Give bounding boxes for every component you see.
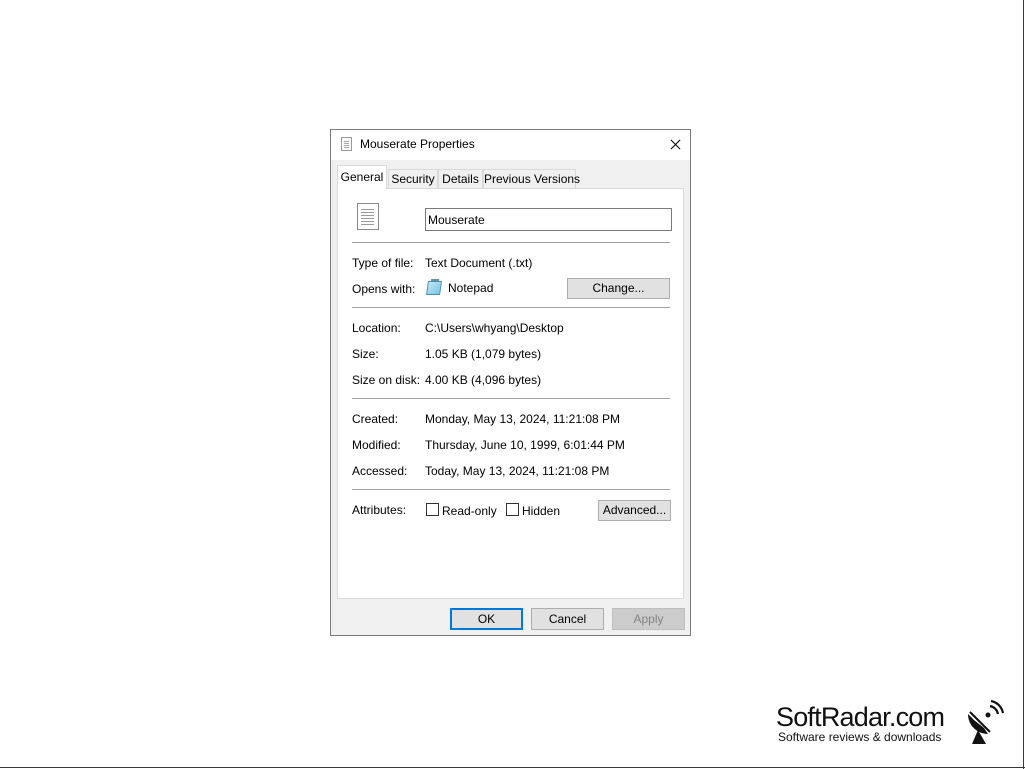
- size-on-disk-label: Size on disk:: [352, 373, 421, 387]
- tab-details[interactable]: Details: [438, 169, 483, 188]
- notepad-icon: [426, 281, 442, 295]
- change-button[interactable]: Change...: [567, 278, 670, 299]
- file-name-field[interactable]: [425, 208, 672, 231]
- accessed-value: Today, May 13, 2024, 11:21:08 PM: [425, 464, 610, 478]
- modified-value: Thursday, June 10, 1999, 6:01:44 PM: [425, 438, 625, 452]
- properties-dialog: Mouserate Properties General Security De…: [330, 129, 691, 636]
- close-button[interactable]: [660, 130, 690, 160]
- location-label: Location:: [352, 321, 401, 335]
- general-tab-panel: Type of file: Text Document (.txt) Opens…: [337, 188, 684, 599]
- opens-with-label: Opens with:: [352, 282, 416, 296]
- advanced-button[interactable]: Advanced...: [598, 500, 671, 521]
- watermark-tagline: Software reviews & downloads: [778, 730, 942, 744]
- watermark-name: SoftRadar.com: [776, 702, 945, 732]
- hidden-label[interactable]: Hidden: [522, 504, 560, 518]
- location-value: C:\Users\whyang\Desktop: [425, 321, 564, 335]
- size-value: 1.05 KB (1,079 bytes): [425, 347, 542, 361]
- separator: [352, 398, 670, 399]
- attributes-label: Attributes:: [352, 503, 407, 517]
- read-only-checkbox[interactable]: [426, 503, 439, 516]
- screen-right-border: [1023, 0, 1024, 769]
- tab-security[interactable]: Security: [388, 169, 438, 188]
- type-of-file-value: Text Document (.txt): [425, 256, 533, 270]
- created-label: Created:: [352, 412, 399, 426]
- separator: [352, 242, 670, 243]
- opens-with-value: Notepad: [448, 281, 494, 295]
- read-only-label[interactable]: Read-only: [442, 504, 497, 518]
- screen-bottom-border: [0, 767, 1025, 768]
- satellite-dish-icon: [968, 700, 1004, 744]
- apply-button[interactable]: Apply: [612, 608, 685, 630]
- ok-button[interactable]: OK: [450, 608, 523, 630]
- accessed-label: Accessed:: [352, 464, 408, 478]
- tab-previous-versions[interactable]: Previous Versions: [483, 169, 580, 188]
- tab-general[interactable]: General: [337, 165, 387, 189]
- window-title: Mouserate Properties: [360, 137, 475, 151]
- size-label: Size:: [352, 347, 379, 361]
- size-on-disk-value: 4.00 KB (4,096 bytes): [425, 373, 542, 387]
- created-value: Monday, May 13, 2024, 11:21:08 PM: [425, 412, 621, 426]
- softradar-watermark: SoftRadar.com Software reviews & downloa…: [776, 700, 1006, 748]
- document-icon: [357, 203, 379, 230]
- text-file-icon: [341, 137, 352, 151]
- separator: [352, 489, 670, 490]
- hidden-checkbox[interactable]: [506, 503, 519, 516]
- type-of-file-label: Type of file:: [352, 256, 414, 270]
- modified-label: Modified:: [352, 438, 401, 452]
- cancel-button[interactable]: Cancel: [531, 608, 604, 630]
- title-bar[interactable]: Mouserate Properties: [331, 130, 690, 160]
- separator: [352, 307, 670, 308]
